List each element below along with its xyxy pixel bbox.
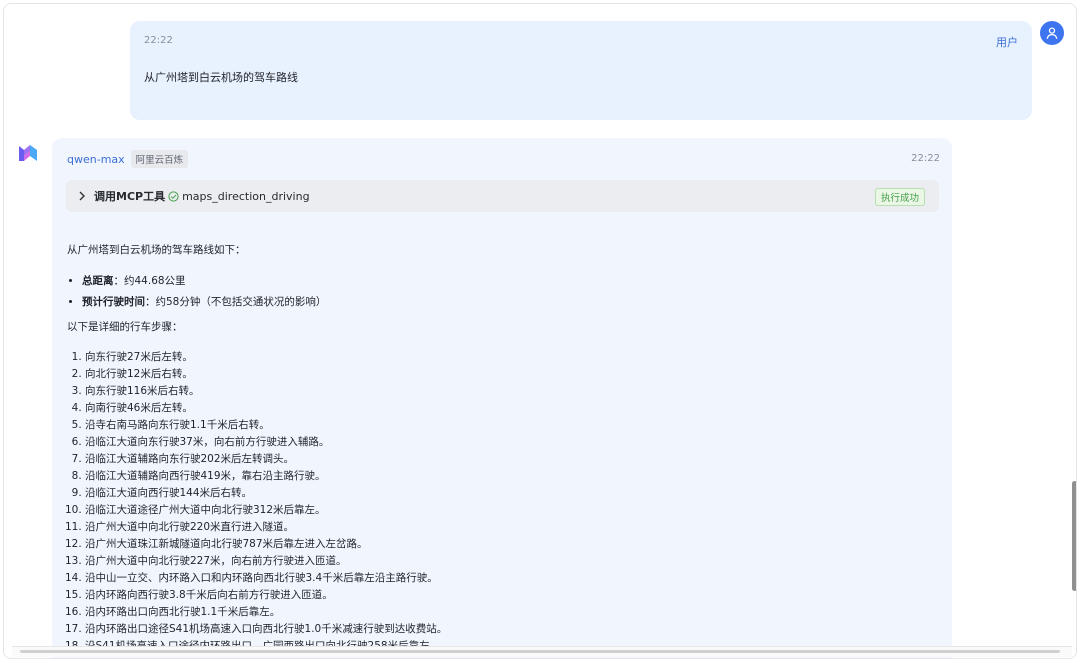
assistant-message-content: 从广州塔到白云机场的驾车路线如下： 总距离：约44.68公里 预计行驶时间：约5… xyxy=(67,242,927,655)
tool-call-label: 调用MCP工具 xyxy=(94,190,166,203)
assistant-logo-icon xyxy=(16,141,40,165)
list-item: 沿寺右南马路向东行驶1.1千米后右转。 xyxy=(85,417,927,434)
list-item: 沿内环路出口途径S41机场高速入口向西北行驶1.0千米减速行驶到达收费站。 xyxy=(85,621,927,638)
list-item: 沿临江大道向西行驶144米后右转。 xyxy=(85,485,927,502)
user-message-time: 22:22 xyxy=(144,35,173,46)
check-circle-icon xyxy=(168,190,179,202)
tool-status-badge: 执行成功 xyxy=(874,188,925,206)
user-avatar-icon[interactable] xyxy=(1040,21,1064,45)
route-steps-list: 向东行驶27米后左转。 向北行驶12米后右转。 向东行驶116米后右转。 向南行… xyxy=(67,349,927,655)
list-item: 沿广州大道珠江新城隧道向北行驶787米后靠左进入左岔路。 xyxy=(85,536,927,553)
horizontal-scrollbar[interactable] xyxy=(12,646,1072,657)
horizontal-scrollbar-thumb[interactable] xyxy=(20,650,1060,653)
assistant-message-header: qwen-max 阿里云百炼 xyxy=(67,150,189,168)
list-item: 沿内环路出口向西北行驶1.1千米后靠左。 xyxy=(85,604,927,621)
list-item: 沿广州大道中向北行驶227米，向右前方行驶进入匝道。 xyxy=(85,553,927,570)
user-message-bubble: 22:22 用户 从广州塔到白云机场的驾车路线 xyxy=(130,21,1032,120)
user-message-author: 用户 xyxy=(996,36,1018,49)
route-intro: 从广州塔到白云机场的驾车路线如下： xyxy=(67,244,246,256)
list-item: 预计行驶时间：约58分钟（不包括交通状况的影响） xyxy=(82,294,927,309)
list-item: 沿临江大道途径广州大道中向北行驶312米后靠左。 xyxy=(85,502,927,519)
list-item: 沿中山一立交、内环路入口和内环路向西北行驶3.4千米后靠左沿主路行驶。 xyxy=(85,570,927,587)
assistant-message-time: 22:22 xyxy=(911,153,940,164)
model-name: qwen-max xyxy=(67,152,125,166)
list-item: 向东行驶27米后左转。 xyxy=(85,349,927,366)
chat-window: 22:22 用户 从广州塔到白云机场的驾车路线 qwen-max 阿里云百炼 2… xyxy=(3,3,1077,659)
list-item: 沿内环路向西行驶3.8千米后向右前方行驶进入匝道。 xyxy=(85,587,927,604)
assistant-message-bubble: qwen-max 阿里云百炼 22:22 调用MCP工具 maps_direct… xyxy=(52,138,952,658)
tool-call-collapsible[interactable]: 调用MCP工具 maps_direction_driving 执行成功 xyxy=(66,180,939,212)
tool-call-name: maps_direction_driving xyxy=(182,189,310,203)
route-summary-list: 总距离：约44.68公里 预计行驶时间：约58分钟（不包括交通状况的影响） xyxy=(67,273,927,309)
steps-title: 以下是详细的行车步骤： xyxy=(67,321,183,333)
chevron-right-icon[interactable] xyxy=(76,190,88,202)
list-item: 沿临江大道向东行驶37米，向右前方行驶进入辅路。 xyxy=(85,434,927,451)
list-item: 总距离：约44.68公里 xyxy=(82,273,927,288)
list-item: 沿临江大道辅路向西行驶419米，靠右沿主路行驶。 xyxy=(85,468,927,485)
vertical-scrollbar[interactable] xyxy=(1072,481,1076,591)
list-item: 向北行驶12米后右转。 xyxy=(85,366,927,383)
provider-badge: 阿里云百炼 xyxy=(130,150,189,168)
list-item: 沿临江大道辅路向东行驶202米后左转调头。 xyxy=(85,451,927,468)
list-item: 向东行驶116米后右转。 xyxy=(85,383,927,400)
user-message-text: 从广州塔到白云机场的驾车路线 xyxy=(144,71,298,84)
list-item: 沿广州大道中向北行驶220米直行进入隧道。 xyxy=(85,519,927,536)
list-item: 向南行驶46米后左转。 xyxy=(85,400,927,417)
